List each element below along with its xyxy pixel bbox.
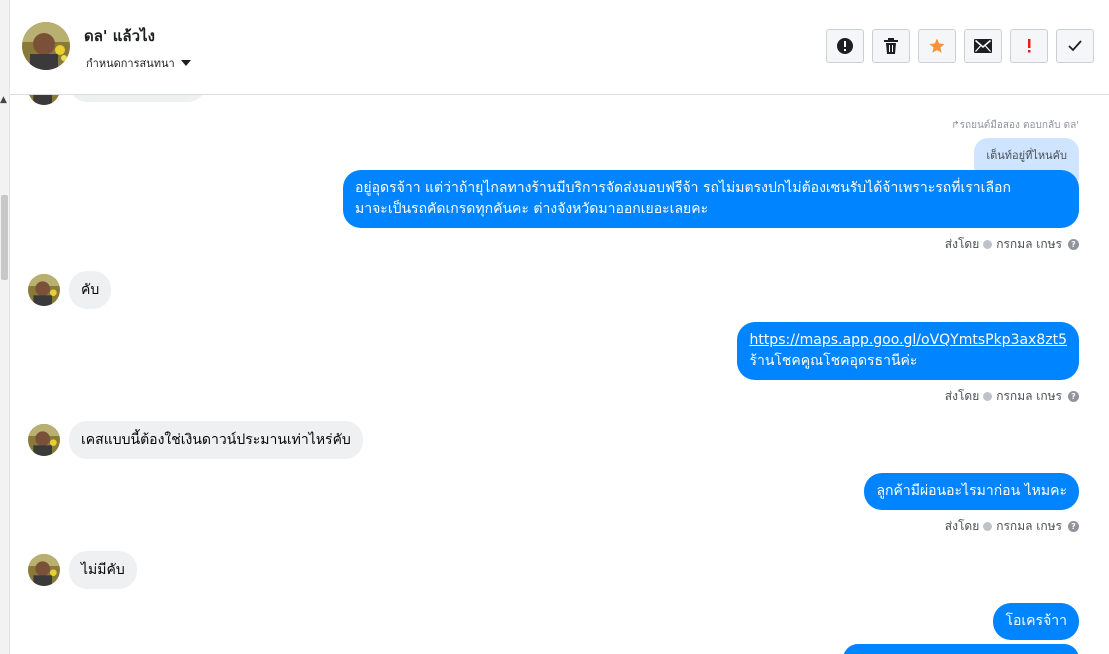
- reply-context: ↱รถยนต์มือสอง ตอบกลับ ดล': [951, 120, 1079, 131]
- message-link[interactable]: https://maps.app.goo.gl/oVQYmtsPkp3ax8zt…: [749, 332, 1067, 348]
- help-icon[interactable]: ?: [1068, 391, 1079, 402]
- scrollbar-thumb[interactable]: [1, 195, 8, 280]
- sent-by-label: ส่งโดย: [944, 237, 980, 251]
- message-bubble-incoming[interactable]: ไม่มีคับ: [69, 551, 137, 589]
- message-text: มาจะเป็นรถคัดเกรดทุกคันคะ ต่างจังหวัดมาอ…: [355, 201, 709, 217]
- sent-by-name[interactable]: กรกมล เกษร: [996, 235, 1062, 254]
- envelope-icon: [974, 39, 992, 53]
- check-circle-icon: [983, 522, 993, 531]
- delete-button[interactable]: [872, 29, 910, 63]
- message-thread[interactable]: ↱รถยนต์มือสอง ตอบกลับ ดล' เต็นท์อยู่ที่ไ…: [10, 95, 1109, 654]
- message-bubble-outgoing[interactable]: อยู่อุดรจ้าา แต่ว่าถ้ายุไกลทางร้านมีบริก…: [343, 170, 1079, 228]
- sent-by: ส่งโดย กรกมล เกษร ?: [945, 387, 1079, 406]
- help-icon[interactable]: ?: [1068, 521, 1079, 532]
- star-icon: [929, 38, 945, 53]
- message-bubble-incoming[interactable]: [69, 95, 206, 102]
- message-row-incoming: เคสแบบนี้ต้องใช่เงินดาวน์ประมานเท่าไหร่ค…: [28, 421, 363, 459]
- report-button[interactable]: [826, 29, 864, 63]
- mark-unread-button[interactable]: [964, 29, 1002, 63]
- caret-down-icon: [180, 60, 191, 66]
- message-bubble-incoming[interactable]: เคสแบบนี้ต้องใช่เงินดาวน์ประมานเท่าไหร่ค…: [69, 421, 363, 459]
- message-text: อยู่อุดรจ้าา แต่ว่าถ้ายุไกลทางร้านมีบริก…: [355, 180, 1011, 196]
- sender-avatar[interactable]: [28, 554, 60, 586]
- sent-by: ส่งโดย กรกมล เกษร ?: [945, 235, 1079, 254]
- trash-icon: [884, 38, 898, 54]
- message-text: ร้านโชคคูณโชคอุดรธานีค่ะ: [749, 353, 918, 369]
- sent-by-name[interactable]: กรกมล เกษร: [996, 387, 1062, 406]
- star-button[interactable]: [918, 29, 956, 63]
- conversation-settings-dropdown[interactable]: กำหนดการสนทนา: [86, 54, 191, 72]
- help-icon[interactable]: ?: [1068, 239, 1079, 250]
- contact-avatar[interactable]: [22, 22, 70, 70]
- message-bubble-outgoing[interactable]: ลูกค้ามีผ่อนอะไรมาก่อน ไหมคะ: [864, 473, 1079, 510]
- sender-avatar[interactable]: [28, 274, 60, 306]
- message-row-incoming: คับ: [28, 271, 112, 309]
- left-scrollbar[interactable]: ▲: [0, 0, 10, 654]
- exclamation-circle-icon: [837, 38, 853, 54]
- conversation-actions: [826, 29, 1094, 63]
- check-icon: [1068, 40, 1082, 52]
- mark-done-button[interactable]: [1056, 29, 1094, 63]
- exclamation-icon: [1028, 39, 1031, 53]
- message-bubble-outgoing[interactable]: โอเครจ้าา: [993, 603, 1079, 640]
- conversation-settings-label: กำหนดการสนทนา: [86, 57, 175, 70]
- sent-by-name[interactable]: กรกมล เกษร: [996, 517, 1062, 536]
- sent-by: ส่งโดย กรกมล เกษร ?: [945, 517, 1079, 536]
- sender-avatar: [28, 95, 60, 105]
- contact-name[interactable]: ดล' แล้วไง: [84, 24, 155, 48]
- scroll-up-arrow-icon[interactable]: ▲: [0, 96, 7, 105]
- message-bubble-incoming[interactable]: คับ: [69, 271, 112, 309]
- message-bubble-outgoing[interactable]: [843, 644, 1079, 654]
- sent-by-label: ส่งโดย: [944, 389, 980, 403]
- message-bubble-outgoing[interactable]: https://maps.app.goo.gl/oVQYmtsPkp3ax8zt…: [737, 322, 1079, 380]
- sender-avatar[interactable]: [28, 424, 60, 456]
- check-circle-icon: [983, 240, 993, 249]
- sent-by-label: ส่งโดย: [944, 519, 980, 533]
- conversation-header: ดล' แล้วไง กำหนดการสนทนา: [10, 0, 1109, 95]
- check-circle-icon: [983, 392, 993, 401]
- important-button[interactable]: [1010, 29, 1048, 63]
- message-row-incoming: ไม่มีคับ: [28, 551, 137, 589]
